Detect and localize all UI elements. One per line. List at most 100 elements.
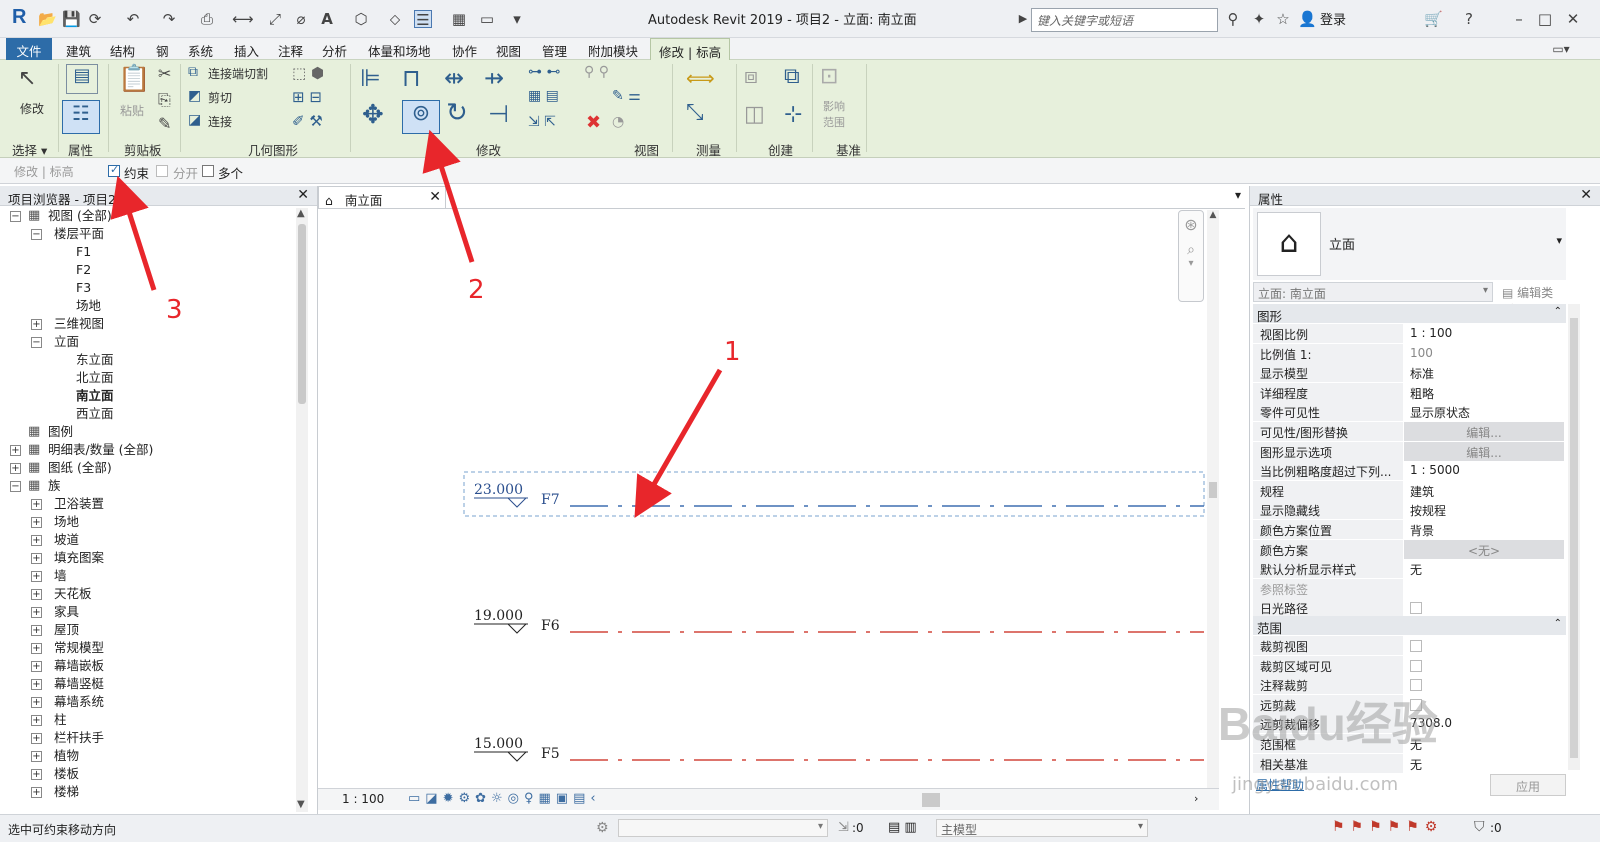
view-tab[interactable]: ⌂ 南立面 ✕ (318, 186, 446, 208)
tab-architecture[interactable]: 建筑 (66, 41, 91, 60)
properties-icon[interactable]: ☷ (62, 100, 100, 134)
expand-icon[interactable]: + (31, 535, 42, 546)
type-selector[interactable]: ⌂ 立面 ▾ (1253, 208, 1566, 280)
collapse-icon[interactable]: ⌃ (1554, 306, 1562, 317)
instance-selector[interactable]: 立面: 南立面 ▾ (1253, 282, 1493, 302)
copy-icon[interactable]: ⎘ (158, 90, 171, 110)
expand-icon[interactable]: + (31, 733, 42, 744)
tab-collaborate[interactable]: 协作 (452, 41, 477, 60)
expand-icon[interactable]: + (31, 589, 42, 600)
section-graphics[interactable]: 图形 ⌃ (1253, 304, 1566, 324)
property-value[interactable]: 背景 (1404, 520, 1564, 539)
collapse-icon[interactable]: − (10, 481, 21, 492)
design-option-select[interactable]: 主模型 ▾ (936, 819, 1148, 837)
tab-modify-levels[interactable]: 修改 | 标高 (650, 38, 731, 60)
customize-icon[interactable]: ▾ (508, 10, 526, 28)
3d-view-icon[interactable]: ⬡ (352, 10, 370, 28)
undo-icon[interactable]: ↶ (124, 10, 142, 28)
apply-button[interactable]: 应用 (1490, 774, 1566, 796)
move-icon[interactable]: ✥ (362, 100, 384, 130)
property-value[interactable] (1404, 655, 1564, 675)
thin-lines-icon[interactable]: ☰ (414, 10, 432, 29)
level-F5[interactable]: 15.000 F5 (474, 736, 1204, 762)
expand-icon[interactable]: + (31, 787, 42, 798)
close-icon[interactable]: ✕ (429, 189, 441, 205)
cut-icon[interactable]: ◩ (188, 88, 201, 104)
collapse-icon[interactable]: ⌃ (1554, 618, 1562, 629)
paste-label[interactable]: 粘贴 (120, 102, 144, 119)
rotate-icon[interactable]: ↻ (446, 98, 468, 128)
property-value[interactable]: 无 (1404, 753, 1564, 773)
property-edit-button[interactable]: 编辑... (1404, 441, 1564, 461)
create-group-icon[interactable]: ◫ (744, 102, 765, 127)
expand-icon[interactable]: + (31, 625, 42, 636)
sync-icon[interactable]: ⟳ (86, 10, 104, 28)
tab-analyze[interactable]: 分析 (322, 41, 347, 60)
create-similar-icon[interactable]: ⊹ (784, 102, 802, 127)
edit-type-button[interactable]: ▤ 编辑类型 (1498, 282, 1566, 317)
split-label[interactable]: 分开 (173, 163, 198, 182)
close-icon[interactable]: ✕ (297, 187, 309, 203)
property-value[interactable] (1404, 636, 1564, 655)
property-value[interactable]: 1 : 100 (1404, 324, 1564, 343)
cut-label[interactable]: 剪切 (208, 89, 232, 106)
modify-tool-label[interactable]: 修改 (20, 100, 44, 117)
expand-icon[interactable]: + (31, 517, 42, 528)
chevron-right-icon[interactable]: ▶ (1014, 10, 1032, 28)
print-icon[interactable]: ⎙ (198, 10, 216, 28)
measure-tool-icon[interactable]: ⟺ (686, 66, 715, 90)
dimension-icon[interactable]: ⤢ (266, 10, 284, 28)
create-assembly-icon[interactable]: ⧈ (744, 64, 758, 89)
measure-icon[interactable]: ⟷ (232, 10, 254, 28)
array-icon[interactable]: ▦ ▤ (528, 88, 559, 104)
delete-icon[interactable]: ✖ (586, 112, 601, 133)
constrain-label[interactable]: 约束 (124, 163, 149, 182)
level-F7[interactable]: 23.000 F7 (463, 471, 1205, 517)
collapse-icon[interactable]: − (10, 211, 21, 222)
multiple-checkbox[interactable] (202, 165, 214, 177)
level-elevation[interactable]: 15.000 (474, 736, 523, 752)
property-value[interactable]: 显示原状态 (1404, 402, 1564, 422)
property-value[interactable] (1404, 578, 1564, 598)
view-controls-icons[interactable]: ▭◪✹⚙✿☼◎♀▦▣▤‹ (408, 791, 601, 806)
user-icon[interactable]: 👤 (1298, 10, 1317, 28)
worksharing-icon[interactable]: ⚙ (596, 820, 609, 836)
filter-icon[interactable]: ⛉ (1474, 819, 1485, 835)
modify-tool-icon[interactable]: ↖ (18, 66, 36, 91)
tab-massing[interactable]: 体量和场地 (368, 41, 431, 60)
expand-icon[interactable]: + (31, 319, 42, 330)
section-icon[interactable]: ⬦ (386, 10, 404, 28)
collapse-icon[interactable]: − (31, 337, 42, 348)
scroll-thumb[interactable] (1570, 318, 1578, 758)
scroll-up-icon[interactable]: ▲ (1207, 210, 1219, 220)
panel-select[interactable]: 选择 ▾ (12, 140, 47, 159)
property-value[interactable]: 无 (1404, 559, 1564, 579)
scroll-down-icon[interactable]: ▼ (297, 799, 305, 810)
app-logo[interactable]: R (12, 6, 26, 29)
align-icon[interactable]: ⊫ (360, 64, 381, 92)
expand-icon[interactable]: + (31, 643, 42, 654)
expand-icon[interactable]: + (10, 463, 21, 474)
property-value[interactable]: 粗略 (1404, 382, 1564, 402)
tab-insert[interactable]: 插入 (234, 41, 259, 60)
scroll-thumb[interactable] (1209, 482, 1217, 498)
save-icon[interactable]: 💾 (62, 10, 81, 28)
create-parts-icon[interactable]: ⧉ (784, 64, 800, 89)
login-link[interactable]: 登录 (1320, 9, 1346, 28)
scroll-thumb[interactable] (298, 224, 306, 404)
drawing-area[interactable]: ⌂ 南立面 ✕ ▾ ⊛ ⌕ ▾ ▲ 23.000 F7 19.000 F6 15.000… (318, 186, 1245, 814)
level-name[interactable]: F7 (541, 492, 560, 508)
dimension-tool-icon[interactable]: ⤡ (686, 100, 704, 125)
scroll-right-icon[interactable]: › (1194, 792, 1198, 805)
expand-icon[interactable]: + (31, 607, 42, 618)
tab-steel[interactable]: 钢 (156, 41, 169, 60)
property-checkbox[interactable] (1410, 640, 1422, 652)
property-edit-button[interactable]: <无> (1404, 539, 1564, 559)
cut-clip-icon[interactable]: ✂ (158, 64, 171, 83)
offset-icon[interactable]: ⊓ (402, 64, 421, 92)
help-icon[interactable]: ? (1460, 10, 1478, 28)
match-props-icon[interactable]: ✎ (158, 114, 171, 133)
property-checkbox[interactable] (1410, 659, 1422, 672)
tab-list-icon[interactable]: ▾ (1235, 188, 1241, 202)
expand-icon[interactable]: + (31, 769, 42, 780)
